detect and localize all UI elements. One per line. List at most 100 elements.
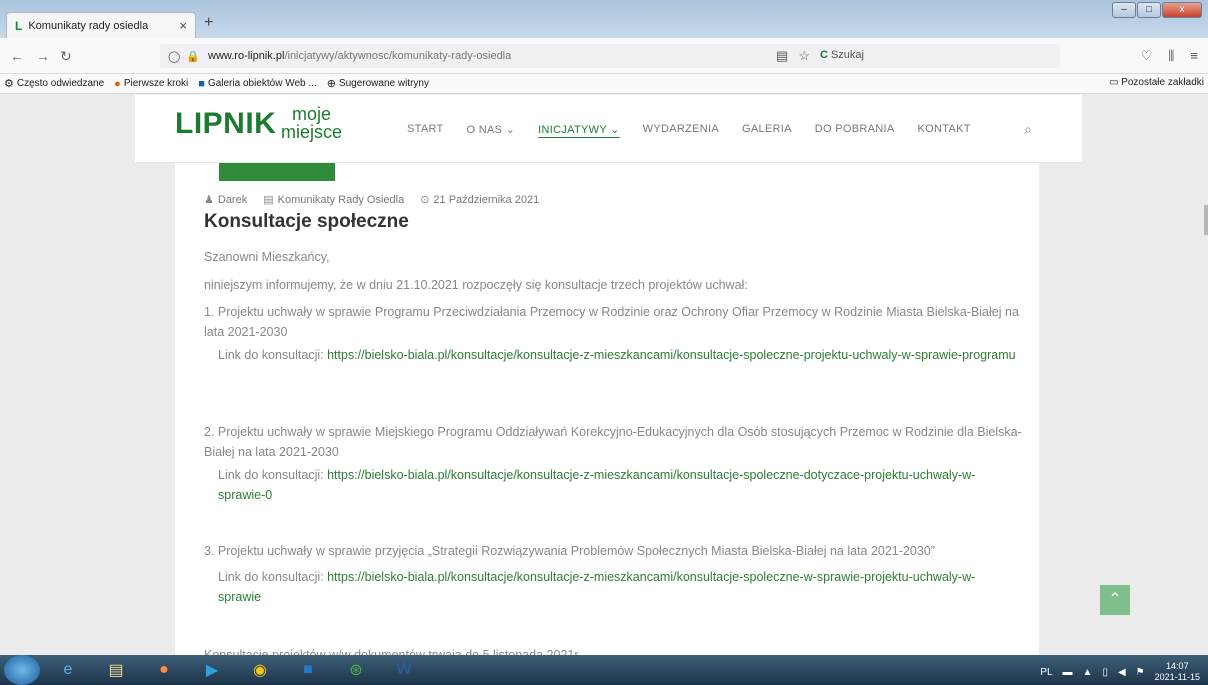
post-title: Konsultacje społeczne [204,211,409,232]
menu-item[interactable]: DO POBRANIA [815,123,895,136]
window-controls: – □ x [1111,2,1202,18]
site-favicon-icon: L [15,18,23,33]
minimize-icon[interactable]: – [1112,2,1136,18]
menu-hamburger-icon[interactable]: ≡ [1190,48,1198,64]
post-category-label: Komunikaty Rady Osiedla [277,194,405,206]
post-meta: ♟ Darek ▤ Komunikaty Rady Osiedla ⊙ 21 Paźd… [204,193,539,206]
item-3-text: 3. Projektu uchwały w sprawie przyjęcia … [204,544,935,558]
browser-tab[interactable]: L Komunikaty rady osiedla × [6,12,196,38]
internet-explorer-icon[interactable]: e [48,656,88,684]
library-icon[interactable]: ⫼ [1168,48,1174,64]
url-host: www.ro-lipnik.pl [208,50,285,62]
item-1-text: 1. Projektu uchwały w sprawie Programu P… [204,305,1019,339]
link-label: Link do konsultacji: [218,570,324,584]
site-logo[interactable]: LIPNIK moje miejsce [175,105,342,141]
shield-icon: ◯ [168,50,181,63]
menu-item[interactable]: START [407,123,444,136]
firefox-taskbar-icon[interactable]: ● [144,656,184,684]
media-player-icon[interactable]: ▶ [192,656,232,684]
app-icon[interactable]: ⊛ [336,656,376,684]
firefox-icon: ● [114,77,121,90]
system-tray: PL ▬ ▲ ▯ ◀ ⚑ 14:07 2021-11-15 [1040,661,1200,683]
language-indicator[interactable]: PL [1040,667,1052,678]
greeting: Szanowni Mieszkańcy, [204,250,330,264]
menu-item[interactable]: WYDARZENIA [643,123,719,136]
toolbar-right: ♡ ⫼ ≡ [1141,48,1198,64]
gallery-icon: ■ [198,77,205,90]
windows-taskbar: e ▤ ● ▶ ◉ ■ ⊛ W PL ▬ ▲ ▯ ◀ ⚑ 14:07 2021-… [0,655,1208,685]
site-header: LIPNIK moje miejsce START O NAS ⌄ INICJATYW… [135,95,1082,163]
menu-item[interactable]: KONTAKT [918,123,971,136]
new-tab-icon[interactable]: + [204,14,213,32]
post-author-label: Darek [217,194,248,206]
logo-main: LIPNIK [175,107,277,140]
search-engine-field[interactable]: C Szukaj [820,49,864,61]
file-explorer-icon[interactable]: ▤ [96,656,136,684]
menu-item[interactable]: O NAS ⌄ [467,123,516,136]
url-text: www.ro-lipnik.pl/inicjatywy/aktywnosc/ko… [208,50,511,62]
post-date: ⊙ 21 Października 2021 [420,193,539,206]
post-card: ♟ Darek ▤ Komunikaty Rady Osiedla ⊙ 21 Paźd… [175,155,1039,655]
reader-view-icon[interactable]: ▤ [776,48,788,64]
bookmarks-bar: ⚙ Często odwiedzane ● Pierwsze kroki ■ Gale… [0,74,1208,94]
search-icon[interactable]: ⌕ [1024,121,1032,138]
chrome-icon[interactable]: ◉ [240,656,280,684]
link-3-paragraph: Link do konsultacji: https://bielsko-bia… [218,567,1018,607]
bookmark-item[interactable]: ⊕ Sugerowane witryny [327,77,429,90]
tab-close-icon[interactable]: × [179,18,187,33]
user-icon: ♟ [204,194,214,206]
post-author[interactable]: ♟ Darek [204,193,247,206]
scrollbar-thumb[interactable] [1204,205,1208,235]
logo-bottom: miejsce [281,122,343,142]
folder-icon: ▭ [1108,77,1119,88]
other-bookmarks[interactable]: ▭ Pozostałe zakładki [1109,77,1204,88]
url-actions: ▤ ☆ [776,48,810,64]
maximize-icon[interactable]: □ [1137,2,1161,18]
clock-icon: ⊙ [420,194,430,206]
consultation-deadline: Konsultacje projektów w/w dokumentów trw… [204,648,582,655]
other-bookmarks-label: Pozostałe zakładki [1121,77,1204,88]
logo-sub: moje miejsce [281,105,342,141]
consultation-link-1[interactable]: https://bielsko-biala.pl/konsultacje/kon… [327,348,1015,362]
menu-item[interactable]: INICJATYWY ⌄ [538,123,619,136]
flag-icon[interactable]: ⚑ [1136,667,1145,678]
bookmark-label: Często odwiedzane [16,78,105,89]
outlook-icon[interactable]: ■ [288,656,328,684]
back-icon[interactable]: ← [10,48,24,64]
logo-top: moje [292,104,332,124]
navigation-toolbar: ← → ↻ ◯ 🔒 www.ro-lipnik.pl/inicjatywy/ak… [0,38,1208,74]
volume-icon[interactable]: ◀ [1118,667,1126,678]
tray-arrow-icon[interactable]: ▲ [1083,667,1093,678]
consultation-link-2[interactable]: https://bielsko-biala.pl/konsultacje/kon… [218,468,975,502]
network-icon[interactable]: ▯ [1102,667,1108,678]
item-2-text: 2. Projektu uchwały w sprawie Miejskiego… [204,425,1022,459]
clock-date: 2021-11-15 [1154,672,1200,682]
reload-icon[interactable]: ↻ [60,48,72,65]
main-menu: START O NAS ⌄ INICJATYWY ⌄ WYDARZENIA GALERI… [407,123,994,136]
url-path: /inicjatywy/aktywnosc/komunikaty-rady-os… [284,50,512,62]
post-category[interactable]: ▤ Komunikaty Rady Osiedla [263,193,404,206]
bookmark-item[interactable]: ■ Galeria obiektów Web ... [198,78,316,90]
pocket-icon[interactable]: ♡ [1141,48,1153,64]
word-icon[interactable]: W [384,656,424,684]
forward-icon[interactable]: → [36,48,50,64]
bookmark-item[interactable]: ● Pierwsze kroki [114,78,188,90]
menu-item[interactable]: GALERIA [742,123,792,136]
keyboard-icon[interactable]: ▬ [1063,667,1073,678]
start-button-icon[interactable] [4,655,40,685]
chevron-up-icon: ⌃ [1108,591,1122,608]
insecure-lock-icon[interactable]: 🔒 [186,50,200,63]
bookmark-star-icon[interactable]: ☆ [798,48,810,64]
link-1-paragraph: Link do konsultacji: https://bielsko-bia… [218,345,1018,365]
globe-icon: ⊕ [326,78,336,90]
link-2-paragraph: Link do konsultacji: https://bielsko-bia… [218,465,1018,505]
url-bar[interactable]: ◯ 🔒 www.ro-lipnik.pl/inicjatywy/aktywnos… [160,44,1060,68]
bookmark-item[interactable]: ⚙ Często odwiedzane [4,77,104,90]
back-to-top-button[interactable]: ⌃ [1100,585,1130,615]
bookmark-label: Galeria obiektów Web ... [207,78,317,89]
page-viewport[interactable]: LIPNIK moje miejsce START O NAS ⌄ INICJATYW… [0,95,1208,655]
clock[interactable]: 14:07 2021-11-15 [1155,661,1200,683]
consultation-link-3[interactable]: https://bielsko-biala.pl/konsultacje/kon… [218,570,975,604]
window-close-icon[interactable]: x [1162,2,1202,18]
search-engine-icon: C [820,49,828,61]
